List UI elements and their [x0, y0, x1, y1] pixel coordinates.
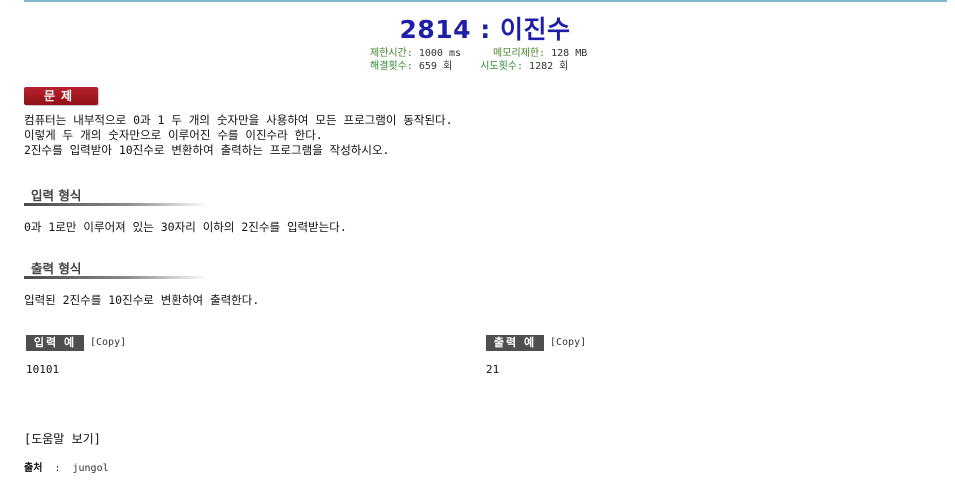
heading-underline: [24, 203, 209, 206]
output-format-heading: 출력 형식: [24, 257, 209, 279]
problem-section-badge: 문제: [24, 87, 98, 105]
heading-underline: [24, 276, 209, 279]
copy-input-button[interactable]: [Copy]: [90, 337, 126, 348]
input-format-heading: 입력 형식: [24, 184, 209, 206]
problem-stats: 제한시간: 1000 ms 메모리제한: 128 MB 해결횟수: 659 회 …: [370, 47, 587, 73]
source-label: 출처: [24, 463, 43, 474]
help-link[interactable]: [도움말 보기]: [24, 430, 101, 447]
description-line: 2진수를 입력받아 10진수로 변환하여 출력하는 프로그램을 작성하시오.: [24, 143, 390, 157]
memory-limit-value: 128 MB: [551, 48, 588, 59]
output-format-heading-text: 출력 형식: [31, 261, 82, 276]
description-line: 컴퓨터는 내부적으로 0과 1 두 개의 숫자만을 사용하여 모든 프로그램이 …: [24, 113, 453, 127]
sample-input-badge: 입력 예: [26, 335, 84, 351]
source-value: jungol: [72, 463, 109, 474]
top-divider: [24, 0, 947, 2]
output-format-text: 입력된 2진수를 10진수로 변환하여 출력한다.: [24, 293, 260, 307]
copy-output-button[interactable]: [Copy]: [550, 337, 586, 348]
time-limit-label: 제한시간:: [370, 48, 413, 59]
sample-output-value: 21: [486, 363, 500, 376]
time-limit-value: 1000 ms: [418, 48, 462, 59]
problem-description: 컴퓨터는 내부적으로 0과 1 두 개의 숫자만을 사용하여 모든 프로그램이 …: [24, 113, 453, 158]
memory-limit-label: 메모리제한:: [493, 48, 546, 59]
input-format-heading-text: 입력 형식: [31, 188, 82, 203]
sample-output-badge: 출력 예: [486, 335, 544, 351]
solved-count-value: 659 회: [418, 61, 453, 72]
tried-count-label: 시도횟수:: [480, 61, 524, 72]
sample-input-value: 10101: [26, 363, 60, 376]
source-line: 출처 : jungol: [24, 459, 109, 474]
input-format-text: 0과 1로만 이루어져 있는 30자리 이하의 2진수를 입력받는다.: [24, 220, 347, 234]
problem-title: 2814 : 이진수: [399, 15, 571, 44]
solved-count-label: 해결횟수:: [370, 61, 413, 72]
tried-count-value: 1282 회: [529, 61, 569, 72]
description-line: 이렇게 두 개의 숫자만으로 이루어진 수를 이진수라 한다.: [24, 128, 323, 142]
source-separator: :: [54, 463, 61, 474]
